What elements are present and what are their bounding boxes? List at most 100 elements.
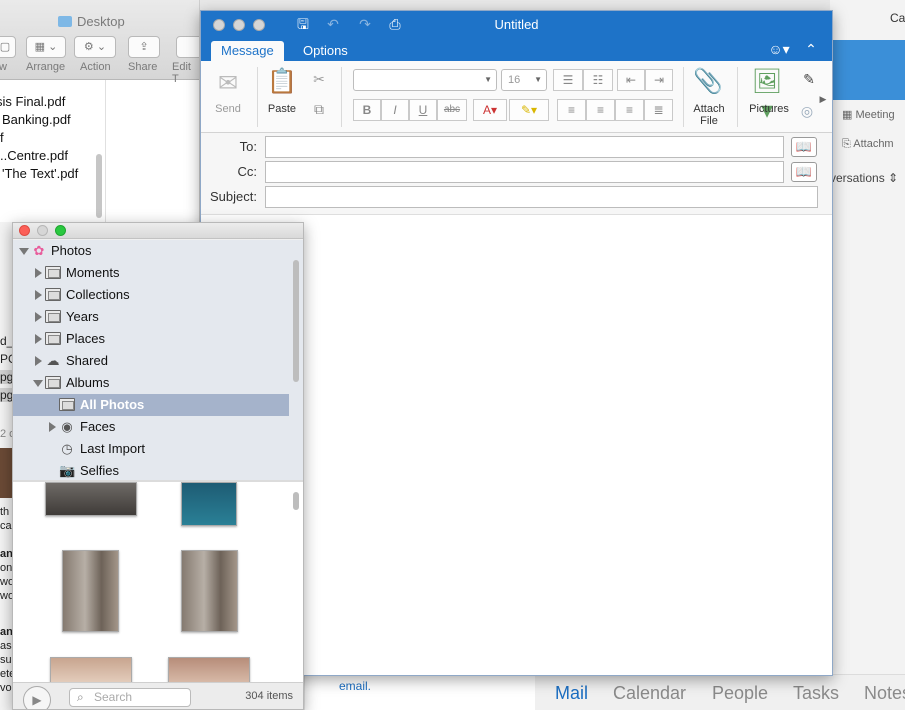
numbering-button[interactable]: ☷: [583, 69, 613, 91]
attach-file-label-line1[interactable]: Attach: [687, 103, 731, 115]
file-item[interactable]: f: [0, 130, 4, 145]
to-label: To:: [239, 139, 257, 154]
conversations-select[interactable]: versations ⇕: [830, 171, 898, 185]
share-button[interactable]: ⇪: [128, 36, 160, 58]
photo-grid-scrollbar[interactable]: [293, 492, 299, 510]
subject-field[interactable]: [265, 186, 818, 208]
tree-item-all-photos[interactable]: All Photos: [13, 394, 289, 416]
paperclip-icon: ⎘: [842, 138, 854, 150]
tree-item-faces[interactable]: ◉ Faces: [13, 416, 289, 438]
edit-tags-button[interactable]: [176, 36, 199, 58]
photo-thumbnail[interactable]: [168, 657, 250, 682]
italic-button[interactable]: I: [381, 99, 409, 121]
strikethrough-button[interactable]: abc: [437, 99, 467, 121]
disclosure-open-icon[interactable]: [33, 380, 43, 387]
arrange-button[interactable]: ▦ ⌄: [26, 36, 66, 58]
photos-browser-window: ✿ Photos Moments Collections Years Place…: [12, 222, 304, 710]
meeting-button[interactable]: ▦ Meeting: [842, 108, 895, 121]
photos-bottom-bar: ▶ ⌕ Search 304 items: [13, 682, 303, 709]
action-label: Action: [80, 61, 111, 73]
ribbon-more-icon[interactable]: ▶: [815, 91, 831, 107]
send-icon[interactable]: ✉: [213, 69, 243, 98]
slideshow-play-button[interactable]: ▶: [23, 686, 51, 709]
tree-item-shared[interactable]: ☁ Shared: [13, 350, 289, 372]
collapse-ribbon-icon[interactable]: ⌃: [803, 41, 819, 57]
photo-thumbnail[interactable]: [181, 482, 237, 526]
minimize-button[interactable]: [37, 225, 48, 236]
paste-icon[interactable]: 📋: [267, 67, 297, 96]
tree-item-selfies[interactable]: 📷 Selfies: [13, 460, 289, 482]
tab-options[interactable]: Options: [293, 41, 358, 61]
font-color-button[interactable]: A▾: [473, 99, 507, 121]
photo-thumbnail[interactable]: [45, 482, 137, 516]
photo-thumbnail[interactable]: [181, 550, 238, 632]
bold-button[interactable]: B: [353, 99, 381, 121]
tree-item-albums[interactable]: Albums: [13, 372, 289, 394]
paperclip-icon[interactable]: 📎: [693, 67, 723, 96]
disclosure-closed-icon[interactable]: [35, 268, 42, 278]
justify-button[interactable]: ≣: [644, 99, 673, 121]
picture-icon[interactable]: 🖼▾: [747, 67, 787, 125]
align-center-button[interactable]: ≡: [586, 99, 615, 121]
clock-icon: ◷: [61, 441, 73, 456]
paste-button-label[interactable]: Paste: [263, 103, 301, 115]
disclosure-closed-icon[interactable]: [35, 334, 42, 344]
bullets-button[interactable]: ☰: [553, 69, 583, 91]
tree-item-last-import[interactable]: ◷ Last Import: [13, 438, 289, 460]
tree-item-moments[interactable]: Moments: [13, 262, 289, 284]
nav-calendar[interactable]: Calendar: [613, 683, 686, 704]
ribbon-divider: [341, 67, 342, 127]
view-toggle-button[interactable]: ▢: [0, 36, 16, 58]
send-button-label[interactable]: Send: [211, 103, 245, 115]
to-field[interactable]: [265, 136, 784, 158]
align-left-button[interactable]: ≡: [557, 99, 586, 121]
disclosure-closed-icon[interactable]: [35, 356, 42, 366]
zoom-button[interactable]: [55, 225, 66, 236]
pictures-label[interactable]: Pictures: [745, 103, 793, 115]
close-button[interactable]: [19, 225, 30, 236]
photo-thumbnail[interactable]: [62, 550, 119, 632]
nav-people[interactable]: People: [712, 683, 768, 704]
file-item[interactable]: 'The Text'.pdf: [2, 166, 78, 181]
increase-indent-button[interactable]: ⇥: [645, 69, 673, 91]
tab-message[interactable]: Message: [211, 41, 284, 61]
align-right-icon: ≡: [625, 103, 633, 117]
disclosure-closed-icon[interactable]: [35, 290, 42, 300]
attach-file-label-line2[interactable]: File: [687, 115, 731, 127]
globe-icon[interactable]: ◎: [799, 103, 815, 119]
signature-icon[interactable]: ✎: [801, 71, 817, 87]
source-list-scrollbar[interactable]: [293, 260, 299, 382]
font-name-select[interactable]: ▼: [353, 69, 497, 91]
disclosure-closed-icon[interactable]: [35, 312, 42, 322]
tree-item-places[interactable]: Places: [13, 328, 289, 350]
photo-search-input[interactable]: ⌕ Search: [69, 688, 191, 707]
file-item[interactable]: Banking.pdf: [2, 112, 71, 127]
grid-icon: ▦ ⌄: [34, 41, 58, 53]
highlight-button[interactable]: ✎▾: [509, 99, 549, 121]
disclosure-open-icon[interactable]: [19, 248, 29, 255]
feedback-smiley-icon[interactable]: ☺▾: [767, 41, 791, 57]
cut-icon[interactable]: ✂: [311, 71, 327, 87]
address-book-icon[interactable]: 📖: [791, 162, 817, 182]
action-button[interactable]: ⚙ ⌄: [74, 36, 116, 58]
file-item[interactable]: ..Centre.pdf: [0, 148, 68, 163]
font-size-select[interactable]: 16 ▼: [501, 69, 547, 91]
photo-thumbnail[interactable]: [50, 657, 132, 682]
nav-mail[interactable]: Mail: [555, 683, 588, 704]
nav-notes[interactable]: Notes: [864, 683, 905, 704]
underline-button[interactable]: U: [409, 99, 437, 121]
file-item[interactable]: sis Final.pdf: [0, 94, 65, 109]
preview-link[interactable]: email.: [339, 679, 371, 693]
copy-icon[interactable]: ⧉: [311, 101, 327, 117]
attachment-button[interactable]: ⎘ Attachm: [842, 138, 894, 151]
nav-tasks[interactable]: Tasks: [793, 683, 839, 704]
decrease-indent-button[interactable]: ⇤: [617, 69, 645, 91]
tree-item-years[interactable]: Years: [13, 306, 289, 328]
finder-scrollbar[interactable]: [96, 154, 102, 218]
disclosure-closed-icon[interactable]: [49, 422, 56, 432]
address-book-icon[interactable]: 📖: [791, 137, 817, 157]
cc-field[interactable]: [265, 161, 784, 183]
align-right-button[interactable]: ≡: [615, 99, 644, 121]
tree-item-photos[interactable]: ✿ Photos: [13, 240, 289, 262]
tree-item-collections[interactable]: Collections: [13, 284, 289, 306]
